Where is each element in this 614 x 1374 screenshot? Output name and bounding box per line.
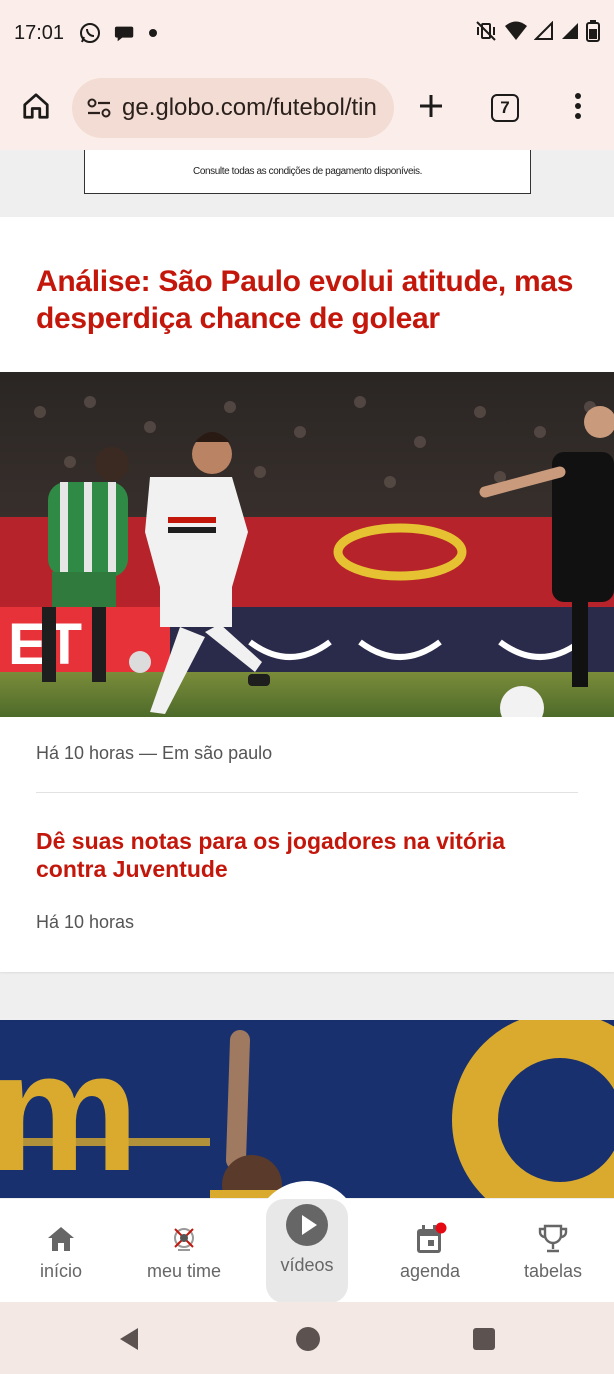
browser-toolbar: ge.globo.com/futebol/tin 7 — [0, 66, 614, 150]
related-headline[interactable]: Dê suas notas para os jogadores na vitór… — [36, 827, 576, 883]
status-bar: 17:01 — [0, 0, 614, 66]
browser-home-button[interactable] — [0, 66, 72, 150]
next-article-photo[interactable]: m — [0, 1020, 614, 1198]
article-headline[interactable]: Análise: São Paulo evolui atitude, mas d… — [36, 263, 584, 337]
chat-bubble-icon — [114, 22, 136, 44]
more-vert-icon — [574, 92, 582, 125]
nav-item-agenda[interactable]: agenda — [369, 1199, 491, 1303]
signal-icon-2 — [560, 21, 580, 46]
page-content[interactable]: Consulte todas as condições de pagamento… — [0, 150, 614, 1198]
dot-icon — [148, 28, 158, 38]
url-text[interactable]: ge.globo.com/futebol/tin — [122, 94, 377, 122]
related-meta: Há 10 horas — [36, 912, 135, 932]
nav-label: meu time — [146, 1261, 222, 1281]
new-tab-button[interactable] — [394, 66, 468, 150]
recents-icon[interactable] — [472, 1327, 496, 1356]
ad-area: Consulte todas as condições de pagamento… — [0, 150, 614, 217]
nav-item-inicio[interactable]: início — [0, 1199, 122, 1303]
whatsapp-icon — [78, 21, 102, 45]
plus-icon — [417, 92, 445, 125]
home-circle-icon[interactable] — [295, 1326, 321, 1357]
mute-vibrate-icon — [474, 19, 498, 48]
divider — [36, 792, 578, 793]
article-meta: Há 10 horas — Em são paulo — [36, 743, 273, 763]
ad-banner[interactable]: Consulte todas as condições de pagamento… — [84, 150, 531, 194]
nav-item-meu-time[interactable]: meu time — [123, 1199, 245, 1303]
screen: 17:01 ge.globo.com/futebol/tin 7 Consult… — [0, 0, 614, 1374]
tab-switcher-button[interactable]: 7 — [468, 66, 542, 150]
nav-item-videos[interactable]: vídeos — [246, 1199, 368, 1303]
address-bar[interactable]: ge.globo.com/futebol/tin — [72, 78, 394, 138]
back-icon[interactable] — [116, 1326, 142, 1357]
nav-item-tabelas[interactable]: tabelas — [492, 1199, 614, 1303]
tab-count: 7 — [491, 94, 519, 122]
system-navigation — [0, 1302, 614, 1374]
site-settings-icon[interactable] — [84, 97, 114, 119]
status-time: 17:01 — [14, 21, 65, 44]
home-icon — [21, 91, 51, 126]
trophy-icon — [536, 1223, 570, 1255]
nav-label: vídeos — [280, 1255, 334, 1275]
nav-label: início — [39, 1261, 83, 1281]
team-crest-icon — [169, 1223, 199, 1255]
play-icon — [285, 1204, 329, 1246]
article-photo[interactable]: ET — [0, 372, 614, 717]
battery-icon — [586, 19, 600, 47]
home-icon — [46, 1223, 76, 1255]
bottom-navigation: início meu time vídeos agenda tabelas — [0, 1181, 614, 1303]
browser-menu-button[interactable] — [542, 66, 614, 150]
wifi-icon — [504, 20, 528, 47]
svg-text:m: m — [0, 1020, 139, 1198]
nav-label: agenda — [399, 1261, 461, 1281]
calendar-icon — [413, 1222, 447, 1255]
nav-label: tabelas — [523, 1261, 583, 1281]
ad-text: Consulte todas as condições de pagamento… — [193, 166, 422, 177]
signal-icon — [533, 20, 554, 46]
article-card: Análise: São Paulo evolui atitude, mas d… — [0, 217, 614, 972]
